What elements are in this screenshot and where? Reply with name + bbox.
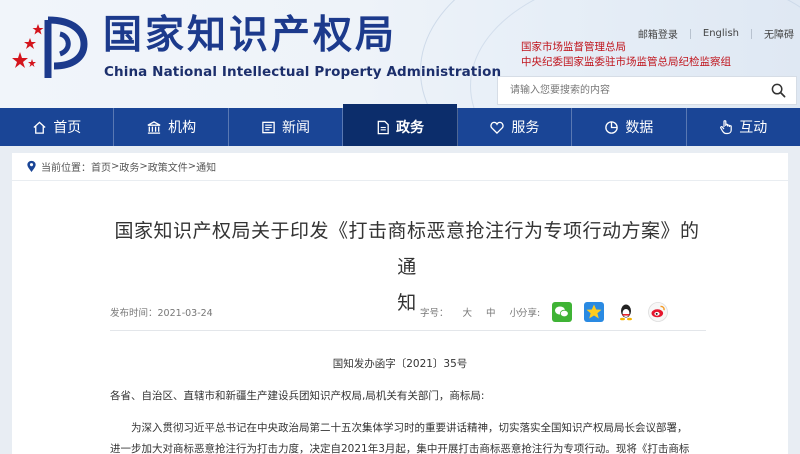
- share-bar: 分享:: [518, 302, 669, 322]
- samr-link[interactable]: 国家市场监督管理总局: [521, 40, 731, 55]
- nav-label: 新闻: [282, 120, 311, 136]
- service-icon: [490, 121, 505, 134]
- breadcrumb-separator: >: [111, 161, 120, 172]
- weibo-icon[interactable]: [648, 302, 669, 322]
- breadcrumb-policy-documents[interactable]: 政策文件: [148, 159, 188, 174]
- publish-label: 发布时间：: [110, 308, 158, 319]
- top-links: 邮箱登录 English 无障碍: [638, 26, 794, 41]
- document-icon: [377, 120, 389, 134]
- breadcrumb-home[interactable]: 首页: [91, 159, 111, 174]
- institution-icon: [147, 120, 161, 134]
- body-paragraph-line: 进一步加大对商标恶意抢注行为打击力度，决定自2021年3月起，集中开展打击商标恶…: [110, 443, 690, 454]
- breadcrumb: 当前位置： 首页 > 政务 > 政策文件 > 通知: [12, 153, 788, 181]
- font-size-label: 字号：: [420, 308, 449, 319]
- discipline-link[interactable]: 中央纪委国家监委驻市场监管总局纪检监察组: [521, 55, 731, 70]
- org-name-en: China National Intellectual Property Adm…: [104, 64, 502, 80]
- publish-date-value: 2021-03-24: [157, 308, 213, 319]
- content-panel: 当前位置： 首页 > 政务 > 政策文件 > 通知 国家知识产权局关于印发《打击…: [12, 153, 788, 454]
- nav-label: 服务: [511, 120, 540, 136]
- search-button[interactable]: [760, 77, 796, 104]
- font-size-controls: 字号： 大 中 小: [420, 305, 519, 319]
- search-input[interactable]: [498, 77, 754, 104]
- nav-label: 首页: [53, 120, 82, 136]
- nav-item-institution[interactable]: 机构: [114, 108, 229, 146]
- nav-item-interaction[interactable]: 互动: [687, 108, 800, 146]
- breadcrumb-separator: >: [139, 161, 148, 172]
- breadcrumb-government-affairs[interactable]: 政务: [119, 159, 139, 174]
- nav-item-news[interactable]: 新闻: [229, 108, 344, 146]
- search-icon: [771, 83, 785, 98]
- mail-login-link[interactable]: 邮箱登录: [638, 26, 678, 41]
- location-pin-icon: [27, 160, 36, 172]
- nav-item-government-affairs[interactable]: 政务: [343, 104, 458, 146]
- cnipa-logo-icon[interactable]: [8, 14, 92, 82]
- site-header: 国家知识产权局 China National Intellectual Prop…: [0, 0, 800, 108]
- accessibility-link[interactable]: 无障碍: [764, 26, 794, 41]
- news-icon: [262, 121, 275, 133]
- article-meta: 发布时间：2021-03-24 字号： 大 中 小 分享:: [110, 302, 706, 325]
- font-size-large[interactable]: 大: [463, 305, 473, 319]
- org-name-cn: 国家知识产权局: [103, 13, 398, 58]
- divider: [751, 28, 752, 39]
- share-label: 分享:: [518, 308, 541, 319]
- hand-icon: [720, 120, 733, 135]
- article-title-line: 国家知识产权局关于印发《打击商标恶意抢注行为专项行动方案》的通: [114, 220, 700, 278]
- search-box: [497, 76, 797, 105]
- nav-label: 机构: [168, 120, 197, 136]
- nav-item-data[interactable]: 数据: [572, 108, 687, 146]
- body-paragraph-line: 为深入贯彻习近平总书记在中央政治局第二十五次集体学习时的重要讲话精神，切实落实全…: [131, 422, 688, 434]
- supervising-orgs: 国家市场监督管理总局 中央纪委国家监委驻市场监管总局纪检监察组: [521, 40, 731, 70]
- data-icon: [605, 120, 619, 134]
- nav-item-service[interactable]: 服务: [458, 108, 573, 146]
- breadcrumb-separator: >: [187, 161, 197, 172]
- nav-label: 政务: [395, 120, 424, 136]
- qq-icon[interactable]: [616, 302, 636, 322]
- wechat-icon[interactable]: [552, 302, 573, 322]
- meta-divider: [110, 330, 706, 331]
- breadcrumb-label: 当前位置：: [41, 163, 91, 174]
- addressee: 各省、自治区、直辖市和新疆生产建设兵团知识产权局,局机关有关部门，商标局:: [110, 390, 485, 402]
- qzone-icon[interactable]: [584, 302, 605, 322]
- document-number: 国知发办函字〔2021〕35号: [332, 358, 468, 370]
- home-icon: [33, 120, 46, 134]
- divider: [689, 28, 691, 39]
- font-size-medium[interactable]: 中: [486, 305, 496, 319]
- nav-item-home[interactable]: 首页: [0, 108, 115, 146]
- nav-label: 互动: [739, 120, 768, 136]
- publish-date: 发布时间：2021-03-24: [110, 305, 213, 319]
- nav-label: 数据: [625, 120, 654, 136]
- main-nav: 首页 机构 新闻 政务 服务 数据 互动: [0, 104, 800, 146]
- english-link[interactable]: English: [703, 28, 739, 39]
- article-body: 为深入贯彻习近平总书记在中央政治局第二十五次集体学习时的重要讲话精神，切实落实全…: [110, 418, 710, 454]
- breadcrumb-notices[interactable]: 通知: [196, 159, 216, 174]
